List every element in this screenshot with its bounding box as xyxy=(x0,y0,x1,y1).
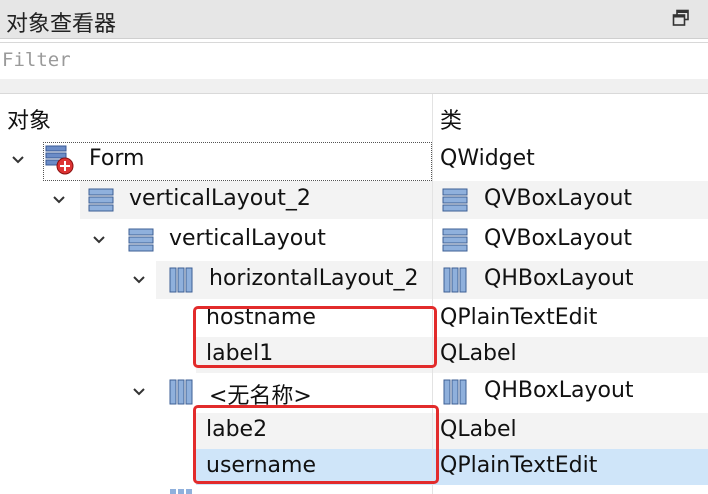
tree-row-verticallayout[interactable]: verticalLayout QVBoxLayout xyxy=(0,221,708,259)
tree-row-hostname[interactable]: hostname QPlainTextEdit xyxy=(0,301,708,337)
chevron-down-icon[interactable] xyxy=(52,195,66,205)
tree-row-verticallayout-2[interactable]: verticalLayout_2 QVBoxLayout xyxy=(0,181,708,219)
vbox-layout-icon xyxy=(88,188,114,212)
tree-item-class: QVBoxLayout xyxy=(484,186,633,211)
tree-item-class: QLabel xyxy=(440,341,517,366)
filter-input[interactable] xyxy=(2,45,702,75)
tree-item-class: QHBoxLayout xyxy=(484,266,634,291)
vbox-layout-icon xyxy=(128,228,154,252)
object-inspector-panel: 对象查看器 对象 类 Form QWidget xyxy=(0,0,708,494)
chevron-down-icon[interactable] xyxy=(11,155,25,165)
hbox-layout-icon xyxy=(443,379,467,405)
tree-item-class: QWidget xyxy=(440,146,535,171)
panel-titlebar: 对象查看器 xyxy=(0,0,708,39)
vbox-layout-icon xyxy=(442,228,468,252)
tree-item-name: labe2 xyxy=(206,417,268,442)
chevron-down-icon[interactable] xyxy=(92,235,106,245)
column-header-class[interactable]: 类 xyxy=(440,103,462,135)
chevron-down-icon[interactable] xyxy=(132,275,146,285)
tree-item-name: label1 xyxy=(206,341,274,366)
float-window-icon[interactable] xyxy=(672,9,690,27)
tree-row-label1[interactable]: label1 QLabel xyxy=(0,337,708,373)
tree-item-class: QHBoxLayout xyxy=(484,378,634,403)
tree-item-class: QPlainTextEdit xyxy=(440,453,598,478)
tree-item-name: hostname xyxy=(206,305,316,330)
tree-item-class: QPlainTextEdit xyxy=(440,305,598,330)
tree-item-name: <无名称> xyxy=(209,384,312,409)
filter-separator xyxy=(0,79,708,94)
tree-row-horizontallayout-2[interactable]: horizontalLayout_2 QHBoxLayout xyxy=(0,261,708,299)
tree-header: 对象 类 xyxy=(0,94,708,140)
tree-item-class: QLabel xyxy=(440,417,517,442)
tree-item-name: verticalLayout_2 xyxy=(129,186,311,211)
hbox-layout-icon xyxy=(169,267,193,293)
tree-item-name: username xyxy=(206,453,316,478)
vbox-layout-icon xyxy=(442,188,468,212)
tree-item-name: horizontalLayout_2 xyxy=(209,266,419,291)
hbox-layout-icon xyxy=(170,489,192,494)
form-widget-icon xyxy=(45,145,74,175)
filter-bar xyxy=(0,42,708,80)
tree-row-labe2[interactable]: labe2 QLabel xyxy=(0,413,708,449)
chevron-down-icon[interactable] xyxy=(132,387,146,397)
tree-item-class: QVBoxLayout xyxy=(484,226,633,251)
tree-row-partial[interactable] xyxy=(0,487,708,494)
hbox-layout-icon xyxy=(443,267,467,293)
tree-row-username[interactable]: username QPlainTextEdit xyxy=(0,449,708,485)
tree-item-name: verticalLayout xyxy=(169,226,326,251)
tree-item-name: Form xyxy=(89,146,145,171)
panel-title: 对象查看器 xyxy=(6,12,117,37)
tree-row-unnamed[interactable]: <无名称> QHBoxLayout xyxy=(0,373,708,411)
hbox-layout-icon xyxy=(169,379,193,405)
tree-row-form[interactable]: Form QWidget xyxy=(0,141,708,179)
column-header-object[interactable]: 对象 xyxy=(7,103,51,135)
